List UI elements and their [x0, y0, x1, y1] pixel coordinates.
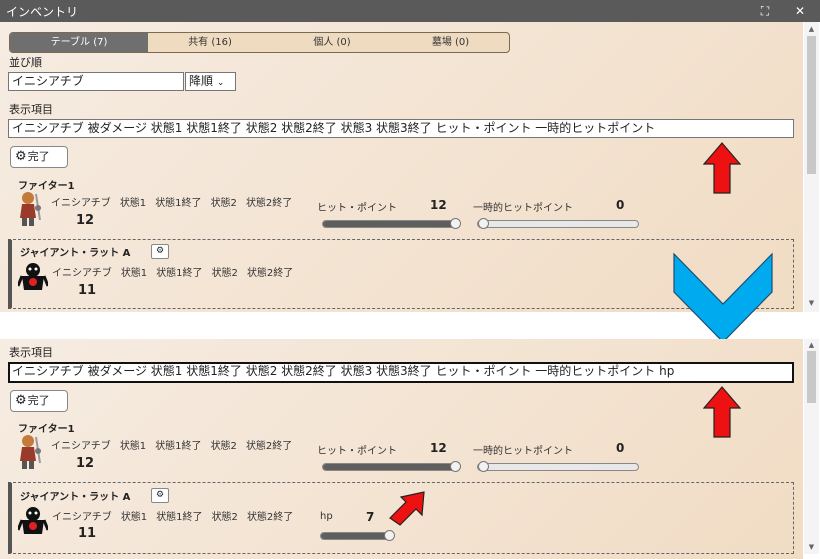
- fighter-hp-slider[interactable]: [322, 218, 461, 229]
- close-icon[interactable]: ✕: [792, 3, 808, 19]
- field-label: 状態1終了: [156, 268, 203, 279]
- fighter-avatar: [20, 192, 41, 226]
- fighter-initiative: 12: [76, 456, 95, 471]
- tab-table[interactable]: テーブル (7): [10, 33, 148, 52]
- slider-knob[interactable]: [478, 461, 489, 472]
- fighter-temp-slider[interactable]: [477, 218, 639, 229]
- rat-initiative: 11: [78, 283, 97, 298]
- fighter-fields: イニシアチブ 状態1 状態1終了 状態2 状態2終了: [51, 437, 301, 452]
- fighter-hp-label: ヒット・ポイント: [317, 446, 397, 457]
- scroll-down-icon[interactable]: ▼: [804, 298, 819, 308]
- field-label: イニシアチブ: [51, 198, 111, 209]
- fighter-hp-value: 12: [430, 198, 447, 212]
- sort-order-value: 降順: [189, 74, 214, 88]
- gear-icon: ⚙: [155, 246, 165, 256]
- slider-fill: [323, 464, 455, 470]
- red-pointer-arrow-icon: [389, 491, 425, 526]
- field-label: 状態2終了: [246, 268, 294, 279]
- blue-chevron-down-icon: [673, 252, 773, 343]
- rat-fields: イニシアチブ 状態1 状態1終了 状態2 状態2終了: [52, 508, 302, 523]
- slider-fill: [321, 533, 389, 539]
- field-label: 状態2: [210, 198, 237, 209]
- rat-initiative: 11: [78, 526, 97, 541]
- maximize-icon[interactable]: ⛶: [757, 3, 773, 19]
- field-label: 状態2終了: [245, 198, 293, 209]
- field-label: 状態1: [119, 441, 147, 452]
- slider-knob[interactable]: [450, 218, 461, 229]
- field-label: 状態1: [119, 198, 147, 209]
- slider-knob[interactable]: [478, 218, 489, 229]
- done-button[interactable]: ⚙完了: [10, 146, 68, 168]
- field-label: 状態1: [120, 512, 148, 523]
- scroll-down-icon[interactable]: ▼: [804, 542, 819, 552]
- fighter-avatar: [20, 435, 41, 469]
- field-label: 状態2: [210, 441, 237, 452]
- field-label: イニシアチブ: [51, 441, 111, 452]
- rat-fields: イニシアチブ 状態1 状態1終了 状態2 状態2終了: [52, 264, 302, 279]
- field-label: 状態1終了: [155, 441, 202, 452]
- slider-knob[interactable]: [384, 530, 395, 541]
- field-label: 状態2: [211, 268, 238, 279]
- title-bar: インベントリ ⛶ ✕: [0, 0, 820, 22]
- display-fields-label: 表示項目: [9, 103, 53, 116]
- fighter-temp-label: 一時的ヒットポイント: [473, 203, 573, 214]
- gear-icon: ⚙: [15, 393, 27, 408]
- rat-name: ジャイアント・ラット A: [20, 248, 131, 259]
- rat-hp-value: 7: [366, 510, 375, 524]
- scroll-up-icon[interactable]: ▲: [804, 340, 819, 350]
- tab-shared[interactable]: 共有 (16): [148, 33, 272, 52]
- field-label: 状態1終了: [155, 198, 202, 209]
- fighter-fields: イニシアチブ 状態1 状態1終了 状態2 状態2終了: [51, 194, 301, 209]
- fighter-temp-label: 一時的ヒットポイント: [473, 446, 573, 457]
- fighter-temp-slider[interactable]: [477, 461, 639, 472]
- rat-hp-label: hp: [320, 511, 333, 522]
- scroll-up-icon[interactable]: ▲: [804, 24, 819, 34]
- rat-avatar: [18, 507, 48, 534]
- done-button-label: 完了: [27, 150, 50, 163]
- scroll-thumb[interactable]: [807, 36, 816, 174]
- rat-hp-slider[interactable]: [320, 530, 395, 541]
- sort-field-input[interactable]: イニシアチブ: [8, 72, 184, 91]
- field-label: イニシアチブ: [52, 512, 112, 523]
- vertical-scrollbar[interactable]: ▲ ▼: [804, 339, 819, 554]
- rat-avatar: [18, 263, 48, 290]
- fighter-initiative: 12: [76, 213, 95, 228]
- fighter-hp-slider[interactable]: [322, 461, 461, 472]
- field-label: 状態2: [211, 512, 238, 523]
- gear-icon: ⚙: [155, 490, 165, 500]
- sort-order-select[interactable]: 降順 ⌄: [185, 72, 236, 91]
- slider-fill: [323, 221, 455, 227]
- tab-personal[interactable]: 個人 (0): [272, 33, 392, 52]
- chevron-down-icon: ⌄: [216, 78, 225, 88]
- field-label: 状態1: [120, 268, 148, 279]
- tab-bar: テーブル (7) 共有 (16) 個人 (0) 墓場 (0): [9, 32, 510, 53]
- fighter-hp-label: ヒット・ポイント: [317, 203, 397, 214]
- field-label: 状態2終了: [245, 441, 293, 452]
- done-button-label: 完了: [27, 394, 50, 407]
- field-label: 状態1終了: [156, 512, 203, 523]
- sort-label: 並び順: [9, 56, 42, 69]
- gear-icon: ⚙: [15, 149, 27, 164]
- tab-graveyard[interactable]: 墓場 (0): [392, 33, 509, 52]
- done-button[interactable]: ⚙完了: [10, 390, 68, 412]
- field-label: イニシアチブ: [52, 268, 112, 279]
- vertical-scrollbar[interactable]: ▲ ▼: [804, 22, 819, 312]
- red-up-arrow-icon: [703, 142, 741, 194]
- display-fields-input-focused[interactable]: イニシアチブ 被ダメージ 状態1 状態1終了 状態2 状態2終了 状態3 状態3…: [8, 362, 794, 383]
- rat-name: ジャイアント・ラット A: [20, 492, 131, 503]
- scroll-thumb[interactable]: [807, 351, 816, 403]
- display-fields-input[interactable]: イニシアチブ 被ダメージ 状態1 状態1終了 状態2 状態2終了 状態3 状態3…: [8, 119, 794, 138]
- window-title: インベントリ: [6, 5, 79, 19]
- red-up-arrow-icon: [703, 386, 741, 438]
- rat-settings-button[interactable]: ⚙: [151, 244, 169, 259]
- fighter-hp-value: 12: [430, 441, 447, 455]
- rat-settings-button[interactable]: ⚙: [151, 488, 169, 503]
- fighter-temp-value: 0: [616, 441, 625, 455]
- display-fields-label: 表示項目: [9, 346, 53, 359]
- slider-knob[interactable]: [450, 461, 461, 472]
- fighter-temp-value: 0: [616, 198, 625, 212]
- field-label: 状態2終了: [246, 512, 294, 523]
